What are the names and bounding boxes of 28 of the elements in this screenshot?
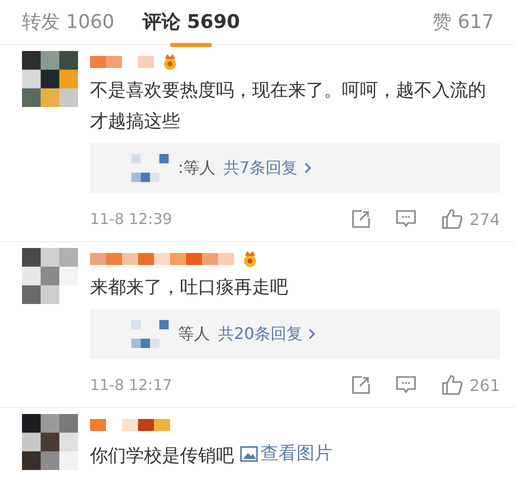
thumbs-up-icon — [441, 208, 464, 230]
badge-icon — [242, 250, 258, 268]
reply-button[interactable] — [395, 375, 418, 395]
tab[interactable]: 转发 1060 — [22, 1, 114, 43]
comment-text: 来都来了，吐口痰再走吧 — [90, 276, 289, 300]
replies-link[interactable]: 共7条回复 — [223, 158, 312, 178]
badge-icon — [162, 53, 178, 71]
like-button[interactable]: 261 — [441, 374, 500, 396]
pixelated-name-drawing — [90, 56, 154, 68]
reply-button[interactable] — [395, 209, 418, 229]
share-button[interactable] — [351, 375, 372, 395]
repliers-label: :等人 — [178, 158, 216, 178]
replies-link[interactable]: 共20条回复 — [218, 324, 316, 344]
pixelated-avatar-drawing — [130, 320, 170, 348]
thumbs-up-icon — [441, 374, 464, 396]
repliers-label: 等人 — [178, 324, 210, 344]
like-button[interactable]: 274 — [441, 208, 500, 230]
share-button[interactable] — [351, 209, 372, 229]
view-image-link[interactable]: 查看图片 — [240, 438, 333, 469]
comment-time: 11-8 12:39 — [90, 210, 174, 228]
comment-text: 你们学校是传销吧 查看图片 — [90, 438, 500, 472]
tab[interactable]: 赞 617 — [432, 1, 494, 43]
chevron-icon — [304, 162, 312, 174]
pixelated-avatar-drawing — [130, 154, 170, 182]
chevron-icon — [308, 328, 316, 340]
comment-time: 11-8 12:17 — [90, 376, 174, 394]
comment-text: 不是喜欢要热度吗，现在来了。呵呵，越不入流的才越搞这些 — [90, 79, 487, 134]
image-icon — [240, 446, 258, 462]
